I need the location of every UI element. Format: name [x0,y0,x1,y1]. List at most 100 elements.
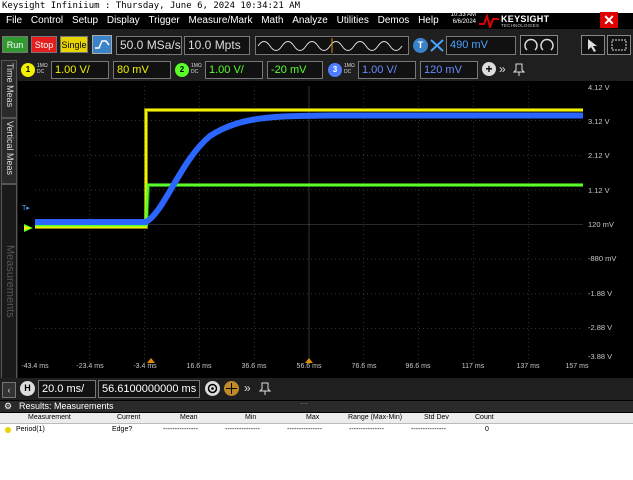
tab-time-meas-label: Time Meas [5,63,15,108]
menu-utilities[interactable]: Utilities [337,13,369,29]
reference-position-icon[interactable] [224,381,239,396]
x-axis-label-7: 96.6 ms [405,363,431,370]
std-dev-value: --------------- [411,426,446,433]
stop-button[interactable]: Stop [31,36,57,53]
trigger-level-field[interactable]: 490 mV [446,36,516,55]
zoom-box-button[interactable] [607,35,631,55]
min-value: --------------- [225,426,260,433]
channel-1-scale[interactable]: 1.00 V/ [51,61,109,79]
clock-date: 6/6/2024 [452,19,476,25]
channel-2-scale[interactable]: 1.00 V/ [205,61,263,79]
tab-vertical-meas-label: Vertical Meas [5,121,15,176]
pin-icon[interactable] [512,61,526,77]
results-table: Measurement Current Mean Min Max Range (… [0,413,633,480]
timebase-position-field[interactable]: 56.6100000000 ms [98,380,200,398]
auto-scale-button[interactable] [92,35,112,54]
channel-2-coupling: 1MΩ DC [191,63,202,75]
channel-1-badge[interactable]: 1 [21,63,35,77]
channel-3-coupling: 1MΩ DC [344,63,355,75]
y-axis-label-6: -1.88 V [588,289,613,298]
max-value: --------------- [287,426,322,433]
y-axis-label-8: -3.88 V [588,352,613,361]
menu-analyze[interactable]: Analyze [292,13,328,29]
zoom-lens-icon[interactable] [205,381,220,396]
side-tab-strip: Time Meas Vertical Meas Measurements [0,60,18,390]
x-axis-label-10: 157 ms [565,363,589,370]
tab-time-meas[interactable]: Time Meas [1,60,17,118]
x-axis-label-9: 137 ms [516,363,540,370]
channel-3-badge[interactable]: 3 [328,63,342,77]
acquisition-overview[interactable] [255,36,409,55]
ground-arrow-icon [24,224,33,232]
trigger-level-marker-icon[interactable]: T▸ [22,205,34,213]
col-min: Min [245,414,257,421]
add-channel-button[interactable]: + [482,62,496,76]
channel-1-coupling: 1MΩ DC [37,63,48,75]
col-current: Current [117,414,141,421]
x-axis-label-3: 16.6 ms [186,363,212,370]
horizontal-badge[interactable]: H [20,381,35,396]
pointer-mode-button[interactable] [581,35,605,55]
menu-help[interactable]: Help [418,13,439,29]
x-axis-label-5: 56.6 ms [296,363,322,370]
tab-measurements-label: Measurements [4,245,16,318]
x-axis-label-6: 76.6 ms [351,363,377,370]
row-channel-dot [5,427,11,433]
timebase-pin-icon[interactable] [258,380,272,396]
results-title: Results: Measurements [19,401,114,411]
count-value: 0 [485,426,489,433]
waveform-display[interactable] [35,86,583,363]
x-axis-label-4: 36.6 ms [241,363,267,370]
single-button[interactable]: Single [60,36,88,53]
channel-3-offset[interactable]: 120 mV [420,61,478,79]
keysight-logo: KEYSIGHT TECHNOLOGIES [479,14,553,28]
run-button[interactable]: Run [2,36,28,53]
drag-handle-icon[interactable]: ⋯ [300,398,308,409]
trigger-edge-icon[interactable] [429,38,445,53]
memory-depth-field[interactable]: 10.0 Mpts [184,36,250,55]
timebase-scale-field[interactable]: 20.0 ms/ [38,380,96,398]
menu-setup[interactable]: Setup [72,13,98,29]
menu-math[interactable]: Math [261,13,283,29]
trigger-source-badge[interactable]: T [413,38,428,53]
channel-1-offset[interactable]: 80 mV [113,61,171,79]
waveform-overview-icon [257,38,403,53]
col-std-dev: Std Dev [424,414,449,421]
collapse-panel-button[interactable]: ‹ [2,382,16,398]
menu-demos[interactable]: Demos [378,13,410,29]
undo-redo-icon [524,38,554,51]
mean-value: --------------- [163,426,198,433]
menu-control[interactable]: Control [31,13,63,29]
col-max: Max [306,414,320,421]
undo-redo-button[interactable] [520,35,558,55]
x-axis-label-1: -23.4 ms [76,363,104,370]
menu-display[interactable]: Display [107,13,140,29]
cursor-arrow-icon [588,39,597,52]
menu-file[interactable]: File [6,13,22,29]
clock: 10:33 AM 6/6/2024 [440,12,476,26]
channel-3-scale[interactable]: 1.00 V/ [358,61,416,79]
menu-trigger[interactable]: Trigger [148,13,179,29]
y-axis-label-5: -880 mV [588,254,617,263]
zoom-box-icon [611,39,627,51]
expand-chevron-icon[interactable]: » [499,61,513,77]
x-axis-label-0: -43.4 ms [21,363,49,370]
current-value: Edge? [112,426,133,433]
col-mean: Mean [180,414,198,421]
col-measurement: Measurement [28,414,71,421]
sample-rate-field[interactable]: 50.0 MSa/s [116,36,182,55]
channel-2-offset[interactable]: -20 mV [267,61,323,79]
menu-measure-mark[interactable]: Measure/Mark [189,13,253,29]
close-button[interactable]: ✕ [600,12,618,28]
channel-2-badge[interactable]: 2 [175,63,189,77]
x-axis-label-2: -3.4 ms [133,363,157,370]
timebase-expand-chevron-icon[interactable]: » [244,380,258,396]
settings-gear-icon[interactable]: ⚙ [4,401,12,412]
tab-measurements[interactable]: Measurements [1,184,17,390]
col-range: Range (Max-Min) [348,414,403,421]
channel-ground-markers[interactable] [24,220,35,232]
logo-sub: TECHNOLOGIES [501,23,540,28]
y-axis-label-4: 120 mV [588,220,614,229]
tab-vertical-meas[interactable]: Vertical Meas [1,118,17,184]
measurement-name[interactable]: Period(1) [16,425,45,435]
